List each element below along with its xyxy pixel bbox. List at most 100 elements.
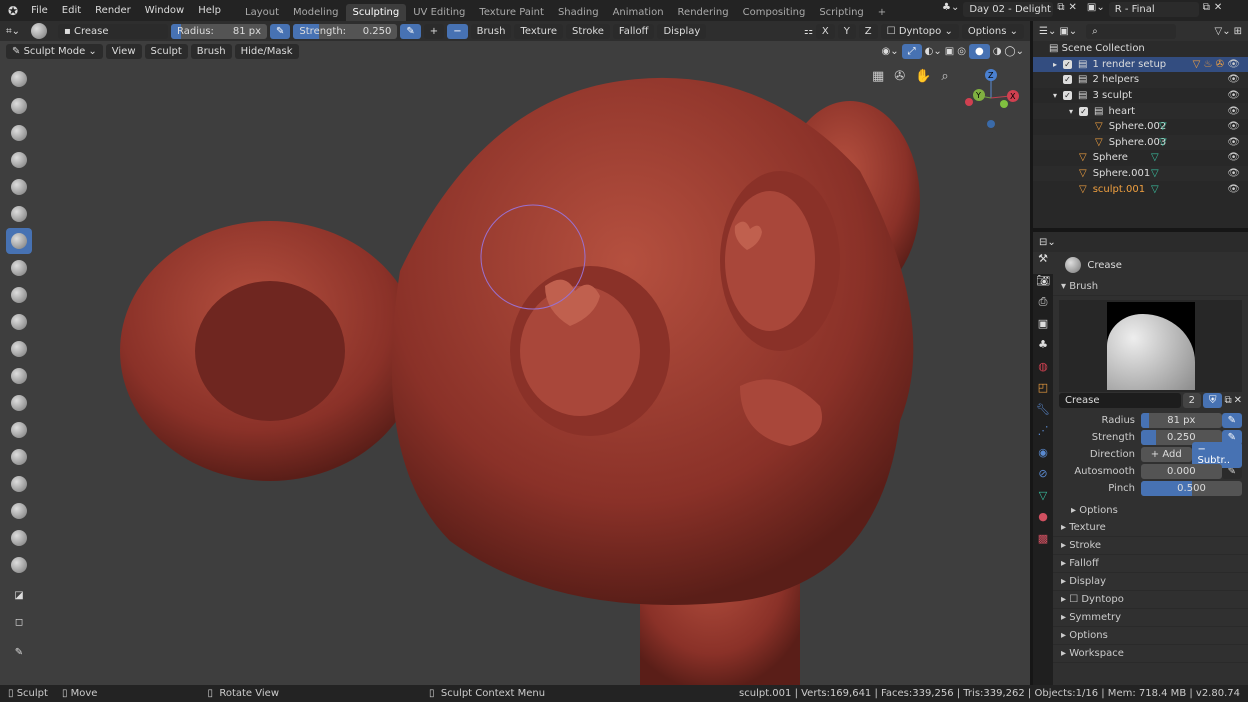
scene-selector[interactable]: Day 02 - Delight: [963, 2, 1054, 17]
close-layer-icon[interactable]: ✕: [1214, 2, 1222, 17]
exclude-checkbox[interactable]: ✓: [1063, 91, 1072, 101]
scene-tab-icon[interactable]: ♣: [1033, 338, 1053, 360]
copy-layer-icon[interactable]: ⧉: [1203, 2, 1210, 17]
particles-tab-icon[interactable]: ⋰: [1033, 424, 1053, 446]
panel-dyntopo[interactable]: ▸ ☐ Dyntopo: [1053, 591, 1248, 609]
blender-logo-icon[interactable]: ✪: [0, 4, 24, 18]
scene-icon[interactable]: ♣⌄: [942, 2, 959, 17]
thumb-brush-tool[interactable]: [6, 444, 32, 470]
stroke-menu[interactable]: Stroke: [566, 23, 610, 39]
outliner-item[interactable]: ▽ sculpt.001 ▽ 👁︎: [1033, 181, 1248, 197]
expand-arrow-icon[interactable]: ▸: [1053, 60, 1063, 69]
outliner-item[interactable]: ▾ ✓ ▤ 3 sculpt 👁︎: [1033, 88, 1248, 104]
navigation-gizmo[interactable]: Z X Y: [960, 65, 1026, 131]
grab-brush-tool[interactable]: [6, 390, 32, 416]
modifier-tab-icon[interactable]: 🔧︎: [1033, 403, 1053, 425]
layer-brush-tool[interactable]: [6, 147, 32, 173]
inflate-brush-tool[interactable]: [6, 174, 32, 200]
panel-texture[interactable]: ▸ Texture: [1053, 519, 1248, 537]
physics-tab-icon[interactable]: ◉: [1033, 446, 1053, 468]
display-menu[interactable]: Display: [657, 23, 707, 39]
visibility-eye-icon[interactable]: 👁︎: [1227, 121, 1240, 132]
copy-scene-icon[interactable]: ⧉: [1057, 2, 1064, 17]
panel-options[interactable]: ▸ Options: [1053, 627, 1248, 645]
exclude-checkbox[interactable]: ✓: [1063, 59, 1072, 69]
duplicate-brush-icon[interactable]: ⧉: [1224, 395, 1231, 406]
tab-modeling[interactable]: Modeling: [286, 4, 346, 21]
gizmo-toggle-icon[interactable]: ⤢: [901, 43, 922, 59]
radius-prop-field[interactable]: 81 px: [1141, 413, 1222, 428]
outliner-item[interactable]: ▽ Sphere ▽ 👁︎: [1033, 150, 1248, 166]
tab-animation[interactable]: Animation: [606, 4, 671, 21]
brush-menu[interactable]: Brush: [470, 23, 512, 39]
properties-type-icon[interactable]: ⊟⌄: [1039, 237, 1056, 248]
view-layer-selector[interactable]: R - Final: [1108, 2, 1199, 17]
solid-shading-icon[interactable]: ●: [968, 43, 990, 59]
brush-users[interactable]: 2: [1182, 392, 1201, 408]
fill-brush-tool[interactable]: [6, 309, 32, 335]
visibility-eye-icon[interactable]: 👁︎: [1227, 168, 1240, 179]
constraints-tab-icon[interactable]: ⊘: [1033, 467, 1053, 489]
wireframe-shading-icon[interactable]: ◎: [957, 46, 966, 57]
pinch-field[interactable]: 0.500: [1141, 481, 1242, 496]
nudge-brush-tool[interactable]: [6, 471, 32, 497]
output-tab-icon[interactable]: ⎙: [1033, 295, 1053, 317]
mesh-data-icon[interactable]: ▽: [1159, 121, 1167, 132]
outliner-item[interactable]: ▽ Sphere.003 ▽ 👁︎: [1033, 134, 1248, 151]
pinch-brush-tool[interactable]: [6, 363, 32, 389]
exclude-checkbox[interactable]: ✓: [1079, 106, 1088, 116]
menu-window[interactable]: Window: [138, 5, 191, 16]
brush-preview[interactable]: [1059, 300, 1242, 392]
brush-panel-header[interactable]: ▾ Brush: [1053, 278, 1248, 296]
material-tab-icon[interactable]: ●: [1033, 510, 1053, 532]
mesh-data-icon[interactable]: ▽: [1159, 137, 1167, 148]
menu-edit[interactable]: Edit: [55, 5, 88, 16]
zoom-icon[interactable]: ⌕: [941, 69, 948, 84]
view-layer-tab-icon[interactable]: ▣: [1033, 317, 1053, 339]
data-tab-icon[interactable]: ▽: [1033, 489, 1053, 511]
tab-shading[interactable]: Shading: [551, 4, 606, 21]
add-direction-button[interactable]: +: [423, 23, 445, 39]
overlay-icon[interactable]: ◐⌄: [925, 46, 942, 57]
mode-selector[interactable]: ✎ Sculpt Mode ⌄: [6, 43, 103, 59]
xray-icon[interactable]: ▣: [945, 46, 954, 57]
draw-brush-tool[interactable]: [6, 66, 32, 92]
mesh-data-icon[interactable]: ▽: [1151, 184, 1159, 195]
filter-icon[interactable]: ▽⌄: [1215, 26, 1231, 37]
smooth-brush-tool[interactable]: [6, 255, 32, 281]
panel-workspace[interactable]: ▸ Workspace: [1053, 645, 1248, 663]
outliner-item[interactable]: ▾ ✓ ▤ heart 👁︎: [1033, 103, 1248, 119]
radius-field[interactable]: Radius: 81 px: [171, 23, 268, 39]
brush-selector[interactable]: ▪ Crease: [58, 23, 169, 39]
expand-arrow-icon[interactable]: ▾: [1053, 91, 1063, 100]
menu-render[interactable]: Render: [88, 5, 138, 16]
visibility-eye-icon[interactable]: 👁︎: [1227, 90, 1240, 101]
3d-viewport[interactable]: ⌗⌄ ▪ Crease Radius: 81 px ✎ Strength: 0.25…: [0, 21, 1030, 685]
visibility-icon[interactable]: ◉⌄: [882, 46, 899, 57]
mesh-data-icon[interactable]: ▽: [1151, 168, 1159, 179]
menu-file[interactable]: File: [24, 5, 55, 16]
panel-symmetry[interactable]: ▸ Symmetry: [1053, 609, 1248, 627]
visibility-eye-icon[interactable]: 👁︎: [1227, 59, 1240, 70]
view-menu[interactable]: View: [105, 43, 142, 59]
mirror-x-toggle[interactable]: X: [815, 23, 835, 39]
options-menu[interactable]: Options ⌄: [961, 23, 1024, 39]
mirror-y-toggle[interactable]: Y: [837, 23, 856, 39]
camera-view-icon[interactable]: ✇: [894, 69, 905, 84]
render-tab-icon[interactable]: 📷︎: [1033, 274, 1053, 296]
rendered-shading-icon[interactable]: ◯⌄: [1004, 46, 1024, 57]
dyntopo-checkbox[interactable]: ☐: [1069, 594, 1081, 605]
crease-brush-tool[interactable]: [6, 228, 32, 254]
rotate-brush-tool[interactable]: [6, 498, 32, 524]
hide-mask-menu[interactable]: Hide/Mask: [234, 43, 299, 59]
unlink-brush-icon[interactable]: ✕: [1234, 395, 1242, 406]
menu-help[interactable]: Help: [191, 5, 228, 16]
display-mode-icon[interactable]: ▣⌄: [1059, 26, 1077, 37]
visibility-eye-icon[interactable]: 👁︎: [1227, 184, 1240, 195]
tab-uv-editing[interactable]: UV Editing: [406, 4, 472, 21]
fake-user-icon[interactable]: ⛨: [1202, 392, 1223, 408]
strength-pressure-icon[interactable]: ✎: [400, 23, 421, 39]
outliner-item[interactable]: ▽ Sphere.001 ▽ 👁︎: [1033, 165, 1248, 182]
tool-icon[interactable]: ⌗⌄: [6, 26, 20, 37]
brush-header-menu[interactable]: Brush: [190, 43, 232, 59]
